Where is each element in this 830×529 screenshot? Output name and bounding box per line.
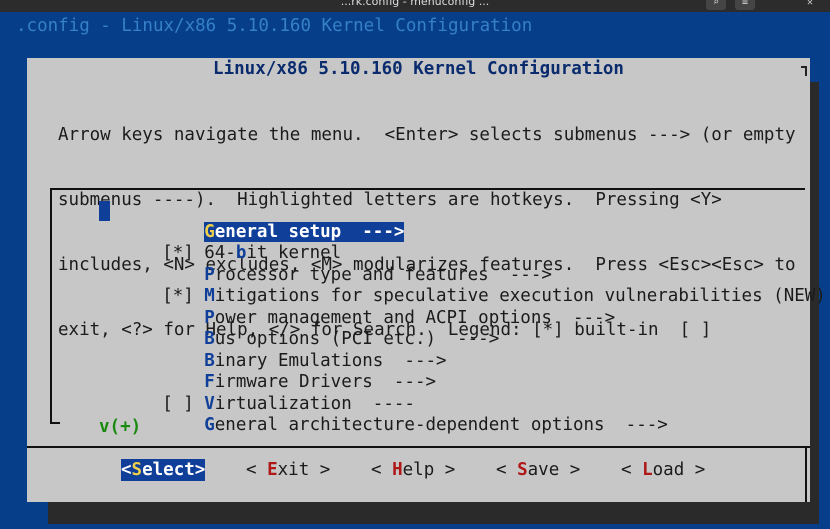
save-button[interactable]: < Save >	[496, 459, 580, 481]
exit-button[interactable]: < Exit >	[246, 459, 330, 481]
menu-item-binary-emulations[interactable]: Binary Emulations --->	[99, 330, 446, 371]
menu-icon[interactable]: ≡	[735, 0, 755, 10]
menu-item-processor[interactable]: Processor type and features --->	[99, 244, 552, 285]
button-separator	[27, 446, 810, 448]
select-button[interactable]: <Select>	[121, 459, 206, 481]
menu-item-general-arch[interactable]: General architecture-dependent options -…	[99, 394, 668, 435]
dialog-title: Linux/x86 5.10.160 Kernel Configuration	[213, 59, 624, 79]
menu-item-64bit-kernel[interactable]: [*] 64-bit kernel	[99, 222, 341, 263]
window-titlebar: ...rk.config - menuconfig ... ⌕ ≡ ✕	[0, 0, 830, 12]
search-icon[interactable]: ⌕	[706, 0, 726, 10]
help-button[interactable]: < Help >	[371, 459, 455, 481]
config-dialog: Linux/x86 5.10.160 Kernel Configuration …	[27, 58, 826, 502]
close-icon[interactable]: ✕	[800, 0, 820, 10]
menu-item-general-setup[interactable]: General setup --->	[99, 201, 405, 242]
dialog-right-edge	[805, 446, 807, 502]
config-title: .config - Linux/x86 5.10.160 Kernel Conf…	[16, 16, 533, 36]
terminal: .config - Linux/x86 5.10.160 Kernel Conf…	[0, 12, 830, 529]
dialog-shadow-bottom	[48, 502, 819, 524]
menu-item-virtualization[interactable]: [ ] Virtualization ----	[99, 373, 415, 414]
menu-item-firmware-drivers[interactable]: Firmware Drivers --->	[99, 351, 436, 392]
dialog-corner	[801, 66, 807, 76]
menu-item-bus-options[interactable]: Bus options (PCI etc.) --->	[99, 308, 499, 349]
menu-item-mitigations[interactable]: [*] Mitigations for speculative execution…	[99, 265, 826, 306]
menu-item-power-management[interactable]: Power management and ACPI options --->	[99, 287, 615, 328]
help-line: Arrow keys navigate the menu. <Enter> se…	[58, 125, 796, 146]
more-indicator: v(+)	[99, 417, 142, 437]
load-button[interactable]: < Load >	[621, 459, 705, 481]
